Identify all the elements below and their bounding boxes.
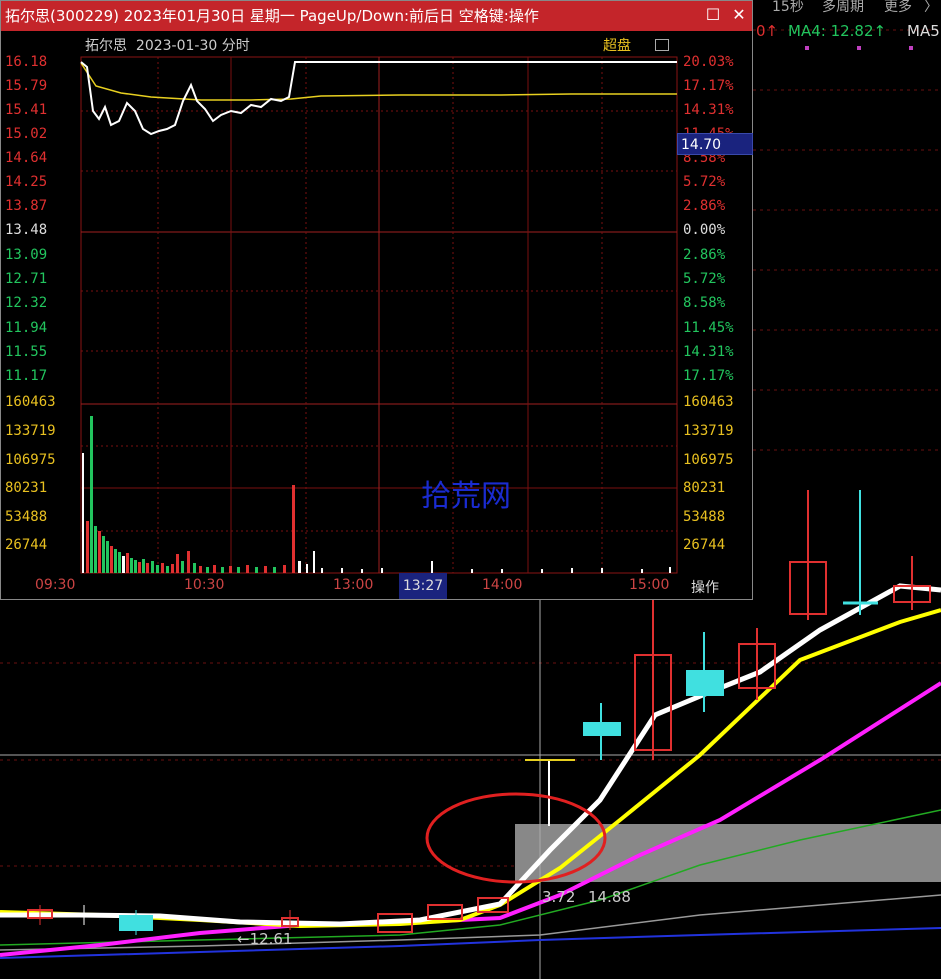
volume-tick: 106975 xyxy=(683,452,734,468)
price-tick: 15.79 xyxy=(5,78,48,94)
pct-tick: 14.31% xyxy=(683,344,734,360)
intraday-popup[interactable]: 拓尔思(300229) 2023年01月30日 星期一 PageUp/Down:… xyxy=(0,0,753,600)
volume-tick: 53488 xyxy=(683,509,726,525)
kline-toolbar: 15秒 多周期 更多 〉 0↑ MA4: 12.82↑ MA5 xyxy=(752,0,941,40)
more-button[interactable]: 更多 xyxy=(884,0,912,16)
pct-tick: 8.58% xyxy=(683,295,726,311)
price-tick: 12.71 xyxy=(5,271,48,287)
time-tick: 15:00 xyxy=(629,577,670,593)
action-button[interactable]: 操作 xyxy=(691,577,719,597)
volume-bars xyxy=(82,416,671,573)
time-tick: 09:30 xyxy=(35,577,76,593)
price-tick: 11.94 xyxy=(5,320,48,336)
volume-tick: 160463 xyxy=(683,394,734,410)
ma-value-partial: 0↑ xyxy=(756,22,779,40)
ma4-value: MA4: 12.82↑ xyxy=(788,22,887,40)
low-price-marker: ←12.61 xyxy=(237,930,293,948)
volume-tick: 133719 xyxy=(683,423,734,439)
volume-tick: 106975 xyxy=(5,452,56,468)
price-tick: 13.48 xyxy=(5,222,48,238)
pct-tick: 5.72% xyxy=(683,174,726,190)
pct-tick: 0.00% xyxy=(683,222,726,238)
volume-tick: 133719 xyxy=(5,423,56,439)
pct-tick: 14.31% xyxy=(683,102,734,118)
pct-tick: 2.86% xyxy=(683,198,726,214)
time-tick: 14:00 xyxy=(482,577,523,593)
price-tick: 14.64 xyxy=(5,150,48,166)
ma5-value: MA5 xyxy=(907,22,940,40)
volume-tick: 80231 xyxy=(683,480,726,496)
box-left-label: 3.72 xyxy=(542,888,576,906)
cursor-price-tag: 14.70 xyxy=(677,133,753,155)
chevron-right-icon[interactable]: 〉 xyxy=(924,0,938,16)
price-tick: 12.32 xyxy=(5,295,48,311)
intraday-chart[interactable] xyxy=(1,1,754,601)
pct-tick: 11.45% xyxy=(683,320,734,336)
price-tick: 13.87 xyxy=(5,198,48,214)
price-tick: 16.18 xyxy=(5,54,48,70)
price-tick: 14.25 xyxy=(5,174,48,190)
pct-tick: 2.86% xyxy=(683,247,726,263)
period-selector[interactable]: 15秒 xyxy=(772,0,804,16)
price-tick: 15.41 xyxy=(5,102,48,118)
price-tick: 11.17 xyxy=(5,368,48,384)
price-tick: 13.09 xyxy=(5,247,48,263)
volume-tick: 160463 xyxy=(5,394,56,410)
pct-tick: 17.17% xyxy=(683,78,734,94)
pct-tick: 5.72% xyxy=(683,271,726,287)
multi-period-button[interactable]: 多周期 xyxy=(822,0,864,16)
volume-tick: 53488 xyxy=(5,509,48,525)
pct-tick: 17.17% xyxy=(683,368,734,384)
volume-tick: 80231 xyxy=(5,480,48,496)
time-tick: 13:00 xyxy=(333,577,374,593)
pct-tick: 20.03% xyxy=(683,54,734,70)
box-right-label: 14.88 xyxy=(588,888,631,906)
price-tick: 11.55 xyxy=(5,344,48,360)
watermark: 拾荒网 xyxy=(421,479,511,514)
time-tick: 10:30 xyxy=(184,577,225,593)
volume-tick: 26744 xyxy=(5,537,48,553)
price-tick: 15.02 xyxy=(5,126,48,142)
cursor-time-tag: 13:27 xyxy=(399,573,447,599)
volume-tick: 26744 xyxy=(683,537,726,553)
